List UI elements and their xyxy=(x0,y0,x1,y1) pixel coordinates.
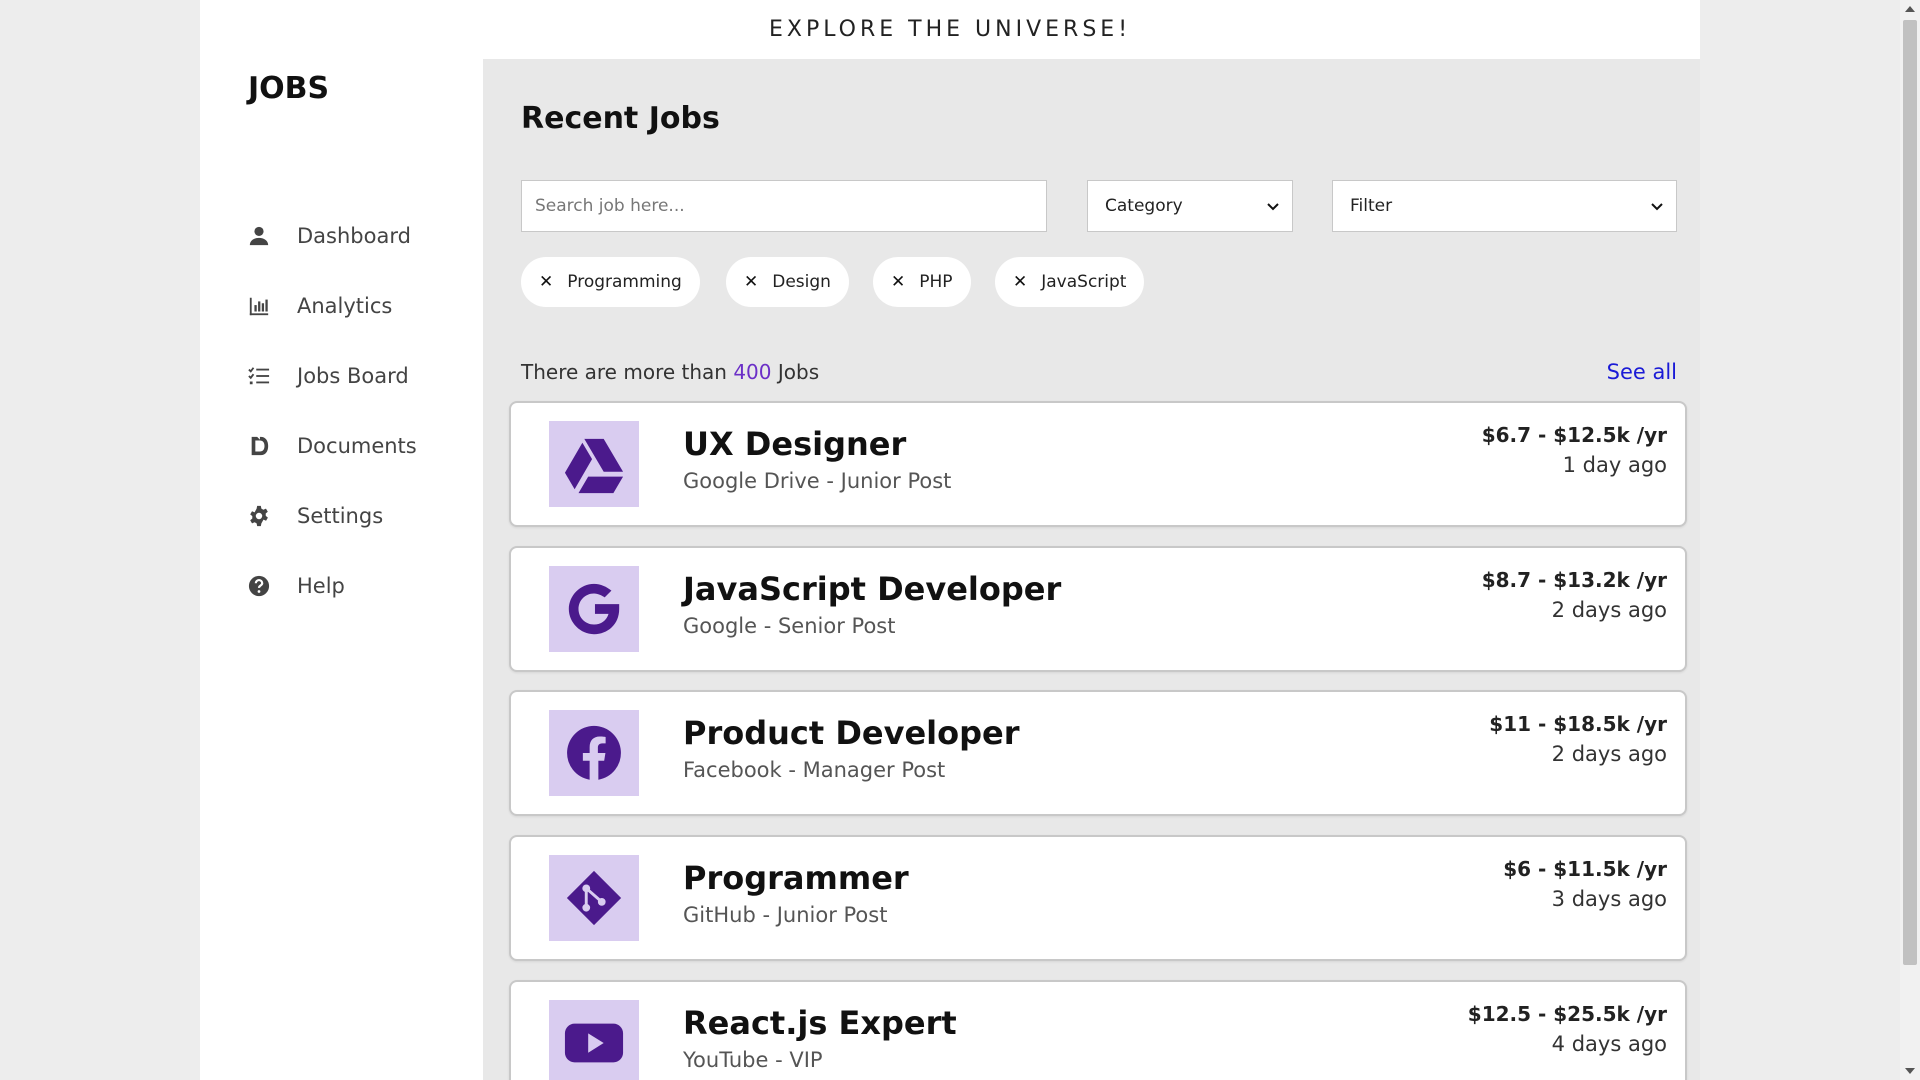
job-posted-time: 2 days ago xyxy=(1551,598,1667,622)
facebook-icon xyxy=(567,725,621,780)
sidebar-item-documents[interactable]: Documents xyxy=(248,411,478,481)
job-card-react-expert[interactable]: React.js Expert YouTube - VIP $12.5 - $2… xyxy=(509,980,1687,1080)
chip-label: JavaScript xyxy=(1041,272,1127,292)
sidebar-item-dashboard[interactable]: Dashboard xyxy=(248,201,478,271)
question-icon xyxy=(248,574,270,598)
job-card-programmer[interactable]: Programmer GitHub - Junior Post $6 - $11… xyxy=(509,835,1687,961)
job-count-value: 400 xyxy=(733,360,772,384)
chip-label: Design xyxy=(772,272,831,292)
job-posted-time: 1 day ago xyxy=(1562,453,1667,477)
chevron-down-icon xyxy=(1651,203,1663,211)
filter-chip-php[interactable]: ✕ PHP xyxy=(873,257,971,307)
sidebar-nav: Dashboard Analytics Jobs Board Documents xyxy=(248,201,478,621)
close-icon[interactable]: ✕ xyxy=(1013,272,1027,292)
job-posted-time: 2 days ago xyxy=(1551,742,1667,766)
job-title: React.js Expert xyxy=(683,1004,957,1042)
job-company: GitHub - Junior Post xyxy=(683,903,888,927)
google-icon xyxy=(568,583,620,635)
job-salary: $12.5 - $25.5k /yr xyxy=(1467,1002,1667,1026)
sidebar: JOBS Dashboard Analytics Jobs Board Docu… xyxy=(200,59,483,1080)
company-logo xyxy=(549,710,639,796)
document-icon xyxy=(248,434,270,458)
close-icon[interactable]: ✕ xyxy=(744,272,758,292)
sidebar-item-jobs-board[interactable]: Jobs Board xyxy=(248,341,478,411)
see-all-link[interactable]: See all xyxy=(1607,360,1677,384)
main-content: Recent Jobs Category Filter ✕ Programmin… xyxy=(483,59,1700,1080)
app-logo[interactable]: JOBS xyxy=(248,71,329,106)
sidebar-item-analytics[interactable]: Analytics xyxy=(248,271,478,341)
filter-select[interactable]: Filter xyxy=(1332,180,1677,232)
job-salary: $8.7 - $13.2k /yr xyxy=(1481,568,1667,592)
sidebar-item-label: Documents xyxy=(297,434,417,458)
job-salary: $6 - $11.5k /yr xyxy=(1503,857,1667,881)
sidebar-item-help[interactable]: Help xyxy=(248,551,478,621)
page-title: Recent Jobs xyxy=(521,101,720,136)
youtube-icon xyxy=(564,1023,624,1063)
job-posted-time: 3 days ago xyxy=(1551,887,1667,911)
user-icon xyxy=(248,224,270,248)
job-count-text: There are more than 400 Jobs xyxy=(521,360,820,384)
filter-chip-design[interactable]: ✕ Design xyxy=(726,257,849,307)
company-logo xyxy=(549,566,639,652)
close-icon[interactable]: ✕ xyxy=(539,272,553,292)
filter-select-value: Filter xyxy=(1350,196,1393,216)
sidebar-item-label: Analytics xyxy=(297,294,393,318)
job-salary: $6.7 - $12.5k /yr xyxy=(1481,423,1667,447)
job-company: YouTube - VIP xyxy=(683,1048,823,1072)
sidebar-item-settings[interactable]: Settings xyxy=(248,481,478,551)
company-logo xyxy=(549,1000,639,1080)
chip-label: PHP xyxy=(919,272,953,292)
chevron-down-icon xyxy=(1267,203,1279,211)
bar-chart-icon xyxy=(248,294,270,318)
sidebar-item-label: Jobs Board xyxy=(297,364,409,388)
company-logo xyxy=(549,421,639,507)
search-input[interactable] xyxy=(521,180,1047,232)
job-company: Facebook - Manager Post xyxy=(683,758,946,782)
sidebar-item-label: Dashboard xyxy=(297,224,411,248)
gear-icon xyxy=(248,504,270,528)
scroll-up-arrow-icon[interactable] xyxy=(1905,6,1915,12)
scroll-down-arrow-icon[interactable] xyxy=(1905,1068,1915,1074)
company-logo xyxy=(549,855,639,941)
filter-chip-programming[interactable]: ✕ Programming xyxy=(521,257,700,307)
sidebar-item-label: Help xyxy=(297,574,345,598)
filter-chip-javascript[interactable]: ✕ JavaScript xyxy=(995,257,1145,307)
list-icon xyxy=(248,364,270,388)
category-select-value: Category xyxy=(1105,196,1183,216)
google-drive-icon xyxy=(564,438,624,494)
job-card-product-developer[interactable]: Product Developer Facebook - Manager Pos… xyxy=(509,690,1687,816)
git-icon xyxy=(566,870,622,926)
close-icon[interactable]: ✕ xyxy=(891,272,905,292)
sidebar-item-label: Settings xyxy=(297,504,384,528)
job-card-javascript-developer[interactable]: JavaScript Developer Google - Senior Pos… xyxy=(509,546,1687,672)
job-company: Google Drive - Junior Post xyxy=(683,469,952,493)
top-banner: EXPLORE THE UNIVERSE! xyxy=(200,0,1700,59)
chip-label: Programming xyxy=(567,272,682,292)
job-title: Programmer xyxy=(683,859,909,897)
job-title: UX Designer xyxy=(683,425,907,463)
page-scrollbar[interactable] xyxy=(1900,0,1920,1080)
job-title: JavaScript Developer xyxy=(683,570,1062,608)
job-card-ux-designer[interactable]: UX Designer Google Drive - Junior Post $… xyxy=(509,401,1687,527)
job-title: Product Developer xyxy=(683,714,1020,752)
job-company: Google - Senior Post xyxy=(683,614,896,638)
job-salary: $11 - $18.5k /yr xyxy=(1489,712,1667,736)
category-select[interactable]: Category xyxy=(1087,180,1293,232)
scrollbar-thumb[interactable] xyxy=(1903,20,1917,965)
job-posted-time: 4 days ago xyxy=(1551,1032,1667,1056)
page: EXPLORE THE UNIVERSE! JOBS Dashboard Ana… xyxy=(200,0,1700,1080)
